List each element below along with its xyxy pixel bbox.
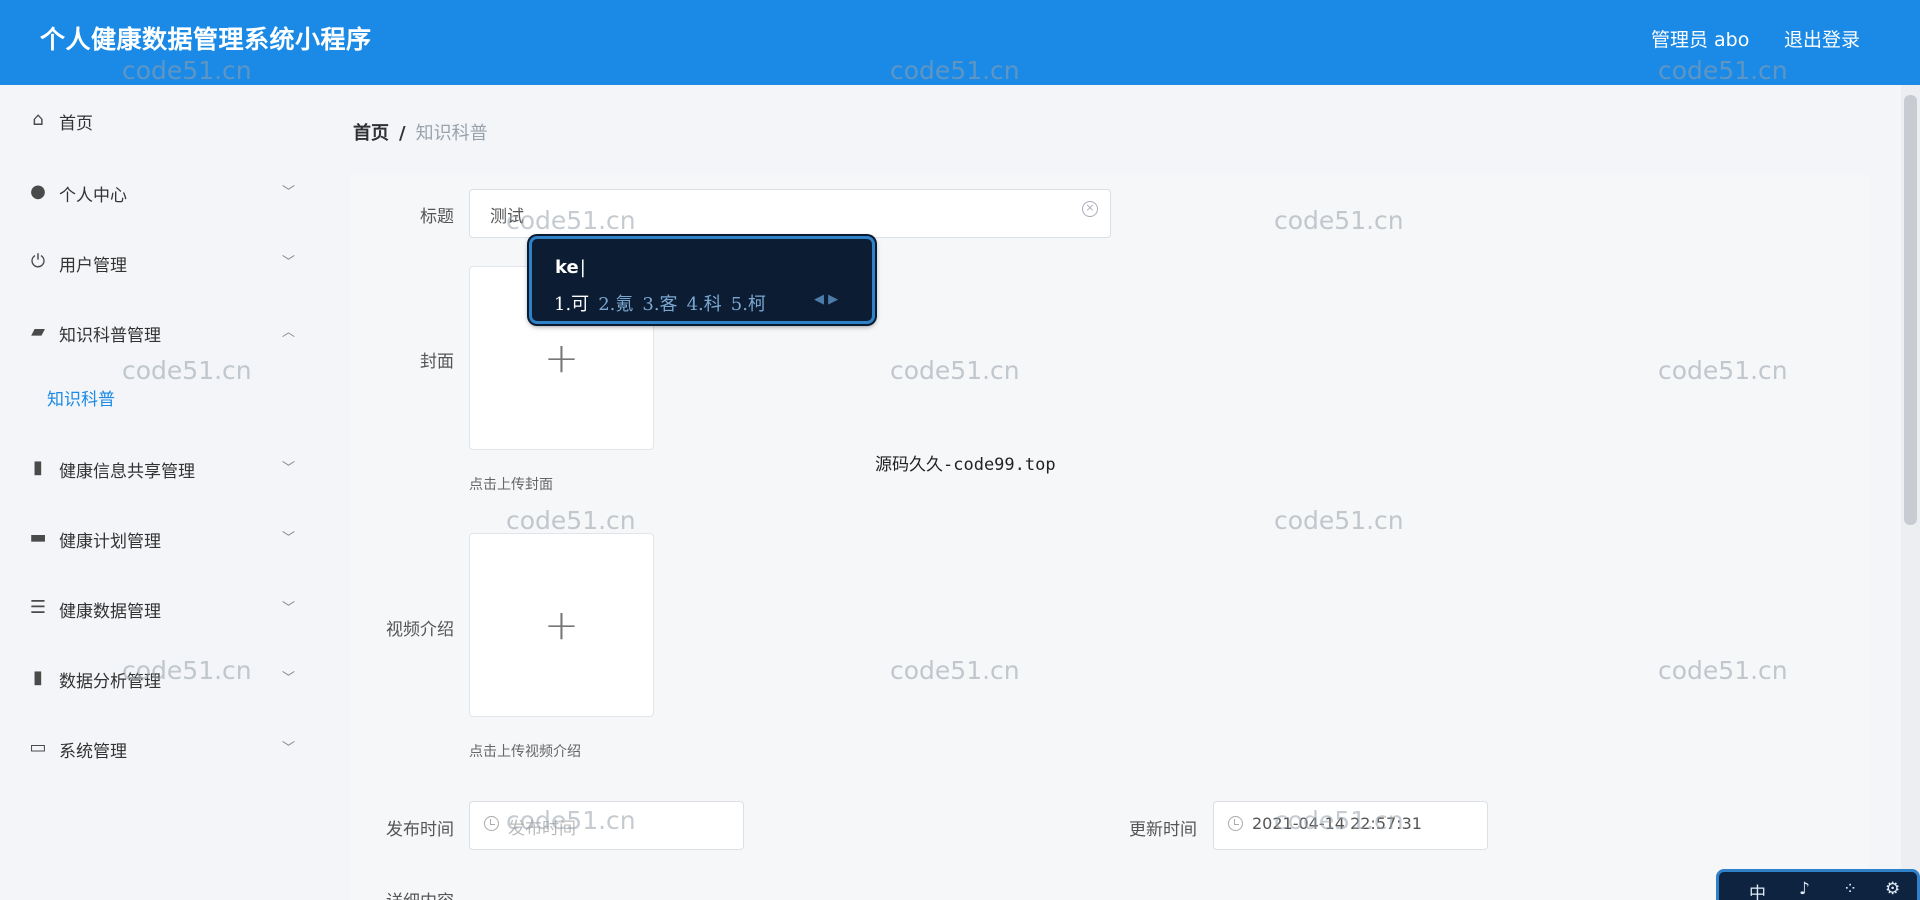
chevron-down-icon: ﹀ <box>282 185 296 200</box>
card-icon: ▭ <box>29 737 47 758</box>
home-icon: ⌂ <box>32 109 44 130</box>
clock-icon <box>1228 816 1243 831</box>
sidebar-item-label: 个人中心 <box>59 186 127 206</box>
sidebar-item-health-data[interactable]: ☰ 健康数据管理 ﹀ <box>0 583 318 635</box>
title-input-value: 测试 <box>490 207 524 227</box>
ime-candidate[interactable]: 2.氪 <box>598 294 633 315</box>
clock-icon <box>484 816 499 831</box>
sidebar-item-home[interactable]: ⌂ 首页 <box>0 95 318 147</box>
breadcrumb: 首页 / 知识科普 <box>353 119 488 145</box>
chevron-down-icon: ﹀ <box>282 461 296 476</box>
sidebar-item-label: 健康计划管理 <box>59 532 161 552</box>
person-icon: ● <box>30 181 46 202</box>
sidebar-item-label: 知识科普管理 <box>59 326 161 346</box>
sidebar-item-label: 健康信息共享管理 <box>59 462 195 482</box>
ime-candidate[interactable]: 4.科 <box>687 294 722 315</box>
bar-chart-icon: ▮ <box>33 667 43 688</box>
top-header: 个人健康数据管理系统小程序 管理员 abo 退出登录 <box>0 0 1920 85</box>
breadcrumb-separator: / <box>399 123 406 144</box>
video-label: 视频介绍 <box>386 620 454 640</box>
ime-toolbar: 中 ♪ ⁘ ⚙ <box>1716 869 1920 900</box>
sidebar: ⌂ 首页 ● 个人中心 ﹀ ⏻ 用户管理 ﹀ ▰ 知识科普管理 ︿ 知识科普 ▮… <box>0 85 318 900</box>
publish-time-label: 发布时间 <box>386 820 454 840</box>
sidebar-item-label: 系统管理 <box>59 742 127 762</box>
breadcrumb-home[interactable]: 首页 <box>353 123 389 144</box>
ime-candidate[interactable]: 5.柯 <box>731 294 766 315</box>
publish-time-picker[interactable]: 发布时间 <box>469 801 744 850</box>
update-time-label: 更新时间 <box>1129 820 1197 840</box>
list-icon: ☰ <box>29 597 47 618</box>
detail-label: 详细内容 <box>370 887 454 900</box>
video-upload-button[interactable]: + <box>469 533 654 717</box>
ime-punct-icon[interactable]: ⁘ <box>1843 879 1857 899</box>
sidebar-item-label: 首页 <box>59 114 93 134</box>
sidebar-item-health-info-share[interactable]: ▮ 健康信息共享管理 ﹀ <box>0 443 318 495</box>
video-upload-hint: 点击上传视频介绍 <box>469 744 581 760</box>
scrollbar-thumb[interactable] <box>1904 95 1917 525</box>
logout-button[interactable]: 退出登录 <box>1784 25 1860 52</box>
ime-candidate-popup: ke 1.可 2.氪 3.客 4.科 5.柯 ◀ ▶ <box>529 236 875 324</box>
update-time-picker[interactable]: 2021-04-14 22:57:31 <box>1213 801 1488 850</box>
ime-sound-icon[interactable]: ♪ <box>1799 879 1810 899</box>
ime-candidate[interactable]: 1.可 <box>554 294 589 315</box>
cover-label: 封面 <box>420 352 454 372</box>
update-time-value: 2021-04-14 22:57:31 <box>1252 814 1422 833</box>
chevron-down-icon: ﹀ <box>282 601 296 616</box>
chevron-down-icon: ﹀ <box>282 531 296 546</box>
title-input[interactable]: 测试 × <box>469 189 1111 238</box>
ime-settings-icon[interactable]: ⚙ <box>1885 879 1900 899</box>
ime-candidate[interactable]: 3.客 <box>642 294 677 315</box>
chevron-down-icon: ﹀ <box>282 255 296 270</box>
ime-mode-button[interactable]: 中 <box>1749 879 1766 900</box>
power-icon: ⏻ <box>30 251 46 272</box>
sidebar-item-label: 用户管理 <box>59 256 127 276</box>
cover-upload-hint: 点击上传封面 <box>469 477 553 493</box>
sidebar-item-label: 健康数据管理 <box>59 602 161 622</box>
page-scrollbar[interactable] <box>1901 85 1920 900</box>
sidebar-subitem-knowledge[interactable]: 知识科普 <box>47 385 115 410</box>
sidebar-item-user-management[interactable]: ⏻ 用户管理 ﹀ <box>0 237 318 289</box>
briefcase-icon: ▬ <box>29 527 47 548</box>
wallet-icon: ▰ <box>31 321 45 342</box>
current-user: 管理员 abo <box>1651 29 1750 51</box>
ime-page-arrows-icon[interactable]: ◀ ▶ <box>814 292 838 307</box>
breadcrumb-current: 知识科普 <box>415 123 488 144</box>
sidebar-item-data-analysis[interactable]: ▮ 数据分析管理 ﹀ <box>0 653 318 705</box>
sidebar-item-knowledge-management[interactable]: ▰ 知识科普管理 ︿ <box>0 307 318 359</box>
ime-candidate-list: 1.可 2.氪 3.客 4.科 5.柯 <box>554 290 775 316</box>
sidebar-item-health-plan[interactable]: ▬ 健康计划管理 ﹀ <box>0 513 318 565</box>
sidebar-item-label: 数据分析管理 <box>59 672 161 692</box>
title-label: 标题 <box>420 207 454 227</box>
publish-time-placeholder: 发布时间 <box>508 819 576 839</box>
ime-composition: ke <box>555 257 586 278</box>
sidebar-item-personal-center[interactable]: ● 个人中心 ﹀ <box>0 167 318 219</box>
plus-icon: + <box>543 333 580 383</box>
chevron-down-icon: ﹀ <box>282 741 296 756</box>
sidebar-item-system[interactable]: ▭ 系统管理 ﹀ <box>0 723 318 775</box>
plus-icon: + <box>543 600 580 650</box>
clear-icon[interactable]: × <box>1082 201 1098 217</box>
app-title: 个人健康数据管理系统小程序 <box>40 25 372 54</box>
chevron-down-icon: ﹀ <box>282 671 296 686</box>
chevron-up-icon: ︿ <box>282 325 296 340</box>
flashlight-icon: ▮ <box>33 457 43 478</box>
